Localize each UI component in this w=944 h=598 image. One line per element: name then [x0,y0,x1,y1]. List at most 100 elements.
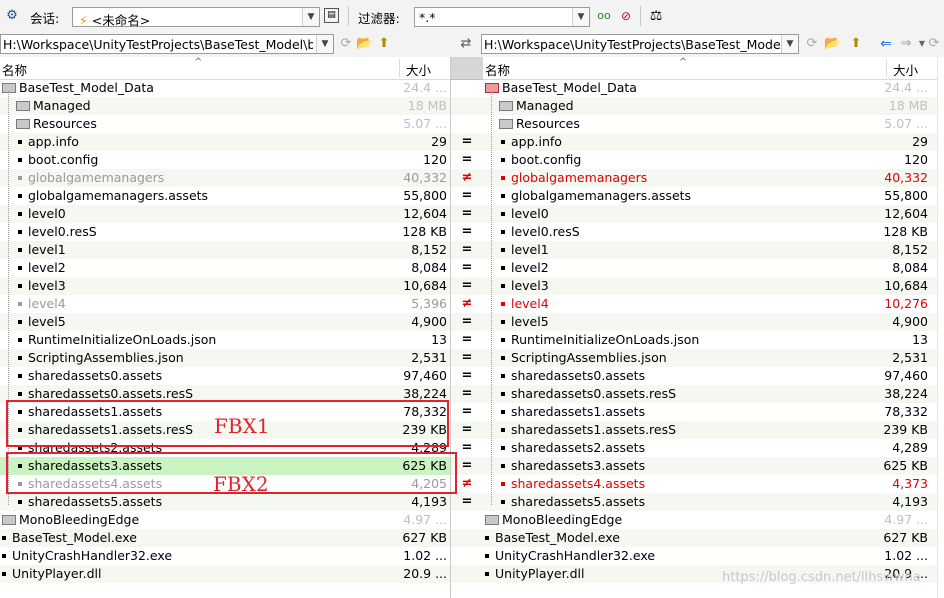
file-row[interactable]: ScriptingAssemblies.json 2,531 [483,349,944,367]
file-row[interactable]: level3 10,684 [483,277,944,295]
file-row[interactable]: UnityCrashHandler32.exe 1.02 ... [0,547,450,565]
file-row[interactable]: level4 10,276 [483,295,944,313]
nav-back-icon[interactable]: ⇐ [878,36,894,52]
file-row[interactable]: level1 8,152 [483,241,944,259]
folder-icon [499,100,513,111]
file-row[interactable]: Managed 18 MB [0,97,450,115]
left-folder-pane[interactable]: 名称 ^ 大小 BaseTest_Model_Data 24.4 ... Manag… [0,57,451,598]
file-row[interactable]: level0 12,604 [0,205,450,223]
file-row[interactable]: BaseTest_Model.exe 627 KB [483,529,944,547]
up-folder-icon[interactable]: ⬆ [376,36,392,52]
column-divider[interactable] [399,59,400,77]
file-row[interactable]: Resources 5.07 ... [483,115,944,133]
file-row[interactable]: sharedassets0.assets 97,460 [0,367,450,385]
file-row[interactable]: Resources 5.07 ... [0,115,450,133]
column-name-header[interactable]: 名称 [485,60,510,79]
browse-icon[interactable]: ⟳ [804,36,820,52]
file-row[interactable]: globalgamemanagers 40,332 [0,169,450,187]
left-path-combo[interactable]: H:\Workspace\UnityTestProjects\BaseTest_… [0,34,334,54]
right-folder-pane[interactable]: 名称 ^ 大小 BaseTest_Model_Data 24.4 ... Manag… [483,57,944,598]
nav-forward-icon[interactable]: ⇒ [898,36,914,52]
file-name: sharedassets0.assets [511,368,646,383]
file-size: 239 KB [883,422,928,437]
refresh-icon[interactable]: ⟳ [926,36,942,52]
file-name: level4 [28,296,66,311]
file-row[interactable]: BaseTest_Model_Data 24.4 ... [483,79,944,97]
file-row[interactable]: app.info 29 [0,133,450,151]
file-row[interactable]: level1 8,152 [0,241,450,259]
file-size: 78,332 [884,404,928,419]
file-icon [485,535,489,540]
swap-icon[interactable]: ⇄ [458,36,474,52]
session-combo[interactable]: ⚡ <未命名> ▼ [72,7,320,28]
file-row[interactable]: level3 10,684 [0,277,450,295]
balance-icon[interactable]: ⚖ [646,8,666,24]
file-row[interactable]: level5 4,900 [0,313,450,331]
file-row[interactable]: sharedassets4.assets 4,373 [483,475,944,493]
file-row[interactable]: sharedassets1.assets.resS 239 KB [483,421,944,439]
file-size: 2,531 [892,350,928,365]
file-row[interactable]: Managed 18 MB [483,97,944,115]
session-icon[interactable]: ⚙ [4,8,20,24]
file-row[interactable]: level4 5,396 [0,295,450,313]
vertical-scrollbar[interactable] [937,57,944,598]
file-row[interactable]: RuntimeInitializeOnLoads.json 13 [0,331,450,349]
filter-combo[interactable]: *.* ▼ [414,7,590,27]
file-row[interactable]: MonoBleedingEdge 4.97 ... [483,511,944,529]
open-folder-icon[interactable]: 📂 [356,36,372,52]
file-name: UnityPlayer.dll [12,566,102,581]
file-row[interactable]: sharedassets5.assets 4,193 [483,493,944,511]
column-size-header[interactable]: 大小 [406,60,431,79]
glasses-icon[interactable]: oo [594,8,614,24]
chevron-down-icon[interactable]: ▼ [302,8,319,26]
folder-icon [16,100,30,111]
file-row[interactable]: globalgamemanagers.assets 55,800 [483,187,944,205]
right-path-combo[interactable]: H:\Workspace\UnityTestProjects\BaseTest_… [481,34,799,54]
file-row[interactable]: boot.config 120 [0,151,450,169]
file-name: boot.config [28,152,99,167]
file-row[interactable]: ScriptingAssemblies.json 2,531 [0,349,450,367]
file-row[interactable]: level2 8,084 [483,259,944,277]
file-row[interactable]: sharedassets0.assets 97,460 [483,367,944,385]
file-row[interactable]: globalgamemanagers 40,332 [483,169,944,187]
file-row[interactable]: level0 12,604 [483,205,944,223]
file-row[interactable]: level0.resS 128 KB [0,223,450,241]
browse-icon[interactable]: ⟳ [338,36,354,52]
file-row[interactable]: boot.config 120 [483,151,944,169]
chevron-down-icon[interactable]: ▼ [316,35,333,53]
file-name: level1 [511,242,549,257]
left-path: H:\Workspace\UnityTestProjects\BaseTest_… [3,37,313,52]
file-name: level2 [511,260,549,275]
file-row[interactable]: level0.resS 128 KB [483,223,944,241]
file-row[interactable]: level2 8,084 [0,259,450,277]
chevron-down-icon[interactable]: ▼ [781,35,798,53]
save-icon[interactable]: ▤ [324,8,339,23]
no-diff-icon[interactable]: ⊘ [616,8,636,24]
file-row[interactable]: sharedassets2.assets 4,289 [483,439,944,457]
file-row[interactable]: BaseTest_Model.exe 627 KB [0,529,450,547]
file-size: 5.07 ... [403,116,447,131]
column-divider[interactable] [886,59,887,77]
open-folder-icon[interactable]: 📂 [824,36,840,52]
file-row[interactable]: UnityPlayer.dll 20.9 ... [0,565,450,583]
up-folder-icon[interactable]: ⬆ [848,36,864,52]
equal-icon: = [461,188,473,203]
file-row[interactable]: sharedassets1.assets 78,332 [483,403,944,421]
column-size-header[interactable]: 大小 [893,60,918,79]
column-name-header[interactable]: 名称 [2,60,27,79]
file-row[interactable]: UnityCrashHandler32.exe 1.02 ... [483,547,944,565]
right-file-list: BaseTest_Model_Data 24.4 ... Managed 18 MB R… [483,79,944,583]
file-row[interactable]: level5 4,900 [483,313,944,331]
file-row[interactable]: app.info 29 [483,133,944,151]
file-row[interactable]: globalgamemanagers.assets 55,800 [0,187,450,205]
file-size: 1.02 ... [884,548,928,563]
file-row[interactable]: RuntimeInitializeOnLoads.json 13 [483,331,944,349]
file-row[interactable]: sharedassets3.assets 625 KB [483,457,944,475]
file-name: Managed [516,98,574,113]
file-icon [501,211,505,216]
file-row[interactable]: sharedassets0.assets.resS 38,224 [483,385,944,403]
file-row[interactable]: MonoBleedingEdge 4.97 ... [0,511,450,529]
chevron-down-icon[interactable]: ▼ [572,8,589,26]
equal-icon: = [461,224,473,239]
file-row[interactable]: BaseTest_Model_Data 24.4 ... [0,79,450,97]
